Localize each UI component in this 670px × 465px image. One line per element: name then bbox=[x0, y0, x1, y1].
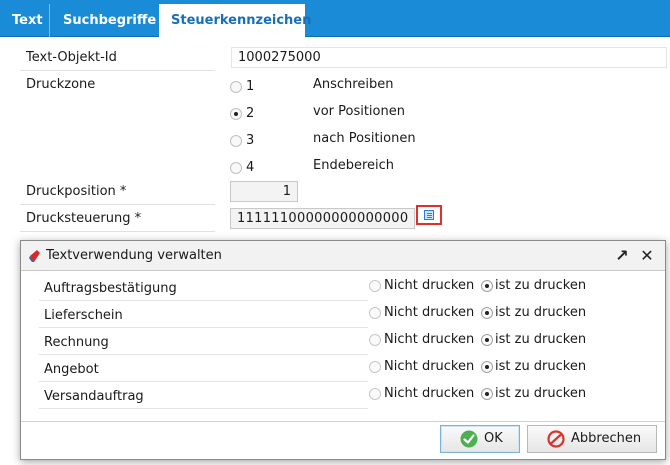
row-label-lieferschein: Lieferschein bbox=[44, 308, 123, 323]
druckzone-text-3: nach Positionen bbox=[313, 131, 416, 146]
close-icon[interactable]: ✕ bbox=[638, 247, 656, 265]
druckposition-label: Druckposition * bbox=[26, 184, 127, 199]
option-nicht-drucken: Nicht drucken bbox=[384, 359, 475, 374]
radio-nicht-drucken[interactable] bbox=[369, 334, 381, 346]
radio-ist-zu-drucken[interactable] bbox=[481, 307, 493, 319]
checkmark-icon bbox=[460, 430, 478, 448]
radio-ist-zu-drucken[interactable] bbox=[481, 361, 493, 373]
dialog-header: Textverwendung verwalten ↗ ✕ bbox=[21, 241, 665, 271]
expand-icon[interactable]: ↗ bbox=[613, 247, 631, 265]
druckzone-num-4: 4 bbox=[246, 160, 255, 175]
tab-text[interactable]: Text bbox=[0, 4, 50, 37]
row-divider bbox=[39, 300, 368, 301]
row-label-rechnung: Rechnung bbox=[44, 335, 109, 350]
textobjekt-label: Text-Objekt-Id bbox=[26, 50, 117, 65]
tab-steuerkennzeichen[interactable]: Steuerkennzeichen bbox=[159, 4, 311, 38]
option-ist-zu-drucken: ist zu drucken bbox=[495, 332, 587, 347]
druckzone-num-3: 3 bbox=[246, 133, 255, 148]
divider bbox=[20, 204, 215, 205]
option-nicht-drucken: Nicht drucken bbox=[384, 278, 475, 293]
row-divider bbox=[39, 354, 368, 355]
radio-ist-zu-drucken[interactable] bbox=[481, 334, 493, 346]
dialog-title: Textverwendung verwalten bbox=[46, 248, 222, 263]
row-divider bbox=[39, 408, 368, 409]
option-ist-zu-drucken: ist zu drucken bbox=[495, 359, 587, 374]
ok-button[interactable]: OK bbox=[440, 425, 520, 453]
radio-nicht-drucken[interactable] bbox=[369, 280, 381, 292]
druckzone-radio-2[interactable] bbox=[230, 108, 242, 120]
row-divider bbox=[39, 327, 368, 328]
tab-label: Steuerkennzeichen bbox=[171, 13, 312, 28]
radio-nicht-drucken[interactable] bbox=[369, 361, 381, 373]
ok-label: OK bbox=[484, 431, 503, 446]
tab-label: Suchbegriffe bbox=[63, 13, 157, 28]
cancel-icon bbox=[547, 430, 565, 448]
row-label-angebot: Angebot bbox=[44, 362, 99, 377]
tab-suchbegriffe[interactable]: Suchbegriffe bbox=[51, 4, 159, 37]
option-nicht-drucken: Nicht drucken bbox=[384, 386, 475, 401]
option-ist-zu-drucken: ist zu drucken bbox=[495, 278, 587, 293]
druckzone-num-2: 2 bbox=[246, 106, 255, 121]
radio-nicht-drucken[interactable] bbox=[369, 388, 381, 400]
option-ist-zu-drucken: ist zu drucken bbox=[495, 386, 587, 401]
option-nicht-drucken: Nicht drucken bbox=[384, 332, 475, 347]
radio-ist-zu-drucken[interactable] bbox=[481, 388, 493, 400]
druckzone-radio-1[interactable] bbox=[230, 81, 242, 93]
app-logo-icon bbox=[29, 250, 40, 262]
dialog-footer-divider bbox=[21, 421, 665, 422]
row-divider bbox=[39, 381, 368, 382]
druckzone-num-1: 1 bbox=[246, 79, 255, 94]
cancel-button[interactable]: Abbrechen bbox=[527, 425, 657, 453]
drucksteuerung-label: Drucksteuerung * bbox=[26, 211, 142, 226]
option-nicht-drucken: Nicht drucken bbox=[384, 305, 475, 320]
drucksteuerung-edit-button[interactable] bbox=[416, 205, 442, 225]
druckzone-text-4: Endebereich bbox=[313, 158, 395, 173]
cancel-label: Abbrechen bbox=[571, 431, 642, 446]
druckzone-label: Druckzone bbox=[26, 77, 96, 92]
list-icon bbox=[424, 210, 434, 220]
druckposition-field[interactable]: 1 bbox=[230, 181, 298, 202]
textobjekt-field: 1000275000 bbox=[231, 47, 667, 68]
option-ist-zu-drucken: ist zu drucken bbox=[495, 305, 587, 320]
divider bbox=[20, 231, 215, 232]
druckzone-text-2: vor Positionen bbox=[313, 104, 405, 119]
druckzone-radio-3[interactable] bbox=[230, 135, 242, 147]
textverwendung-dialog: Textverwendung verwalten ↗ ✕ Auftragsbes… bbox=[20, 240, 666, 460]
divider bbox=[20, 70, 215, 71]
tab-label: Text bbox=[12, 13, 43, 28]
tab-bar: Text Suchbegriffe Steuerkennzeichen bbox=[0, 0, 670, 38]
drucksteuerung-field[interactable]: 11111100000000000000 bbox=[230, 208, 415, 229]
radio-nicht-drucken[interactable] bbox=[369, 307, 381, 319]
druckzone-radio-4[interactable] bbox=[230, 162, 242, 174]
radio-ist-zu-drucken[interactable] bbox=[481, 280, 493, 292]
druckzone-text-1: Anschreiben bbox=[313, 77, 394, 92]
row-label-versandauftrag: Versandauftrag bbox=[44, 389, 144, 404]
row-label-auftragsbestaetigung: Auftragsbestätigung bbox=[44, 281, 177, 296]
